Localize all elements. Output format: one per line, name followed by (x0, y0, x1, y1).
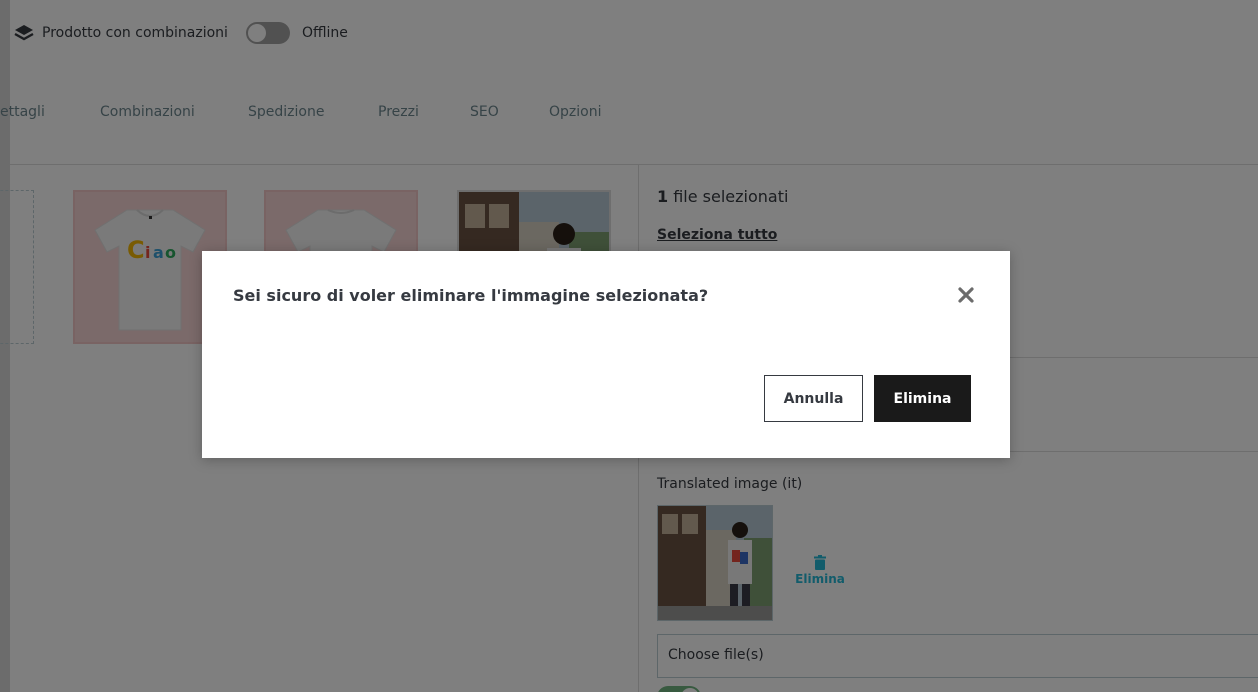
modal-title: Sei sicuro di voler eliminare l'immagine… (233, 286, 709, 305)
delete-confirm-modal: Sei sicuro di voler eliminare l'immagine… (202, 251, 1010, 458)
confirm-delete-button[interactable]: Elimina (874, 375, 971, 422)
cancel-button[interactable]: Annulla (764, 375, 863, 422)
close-icon[interactable] (954, 283, 978, 307)
product-edit-page: Prodotto con combinazioni Offline ettagl… (0, 0, 1258, 692)
